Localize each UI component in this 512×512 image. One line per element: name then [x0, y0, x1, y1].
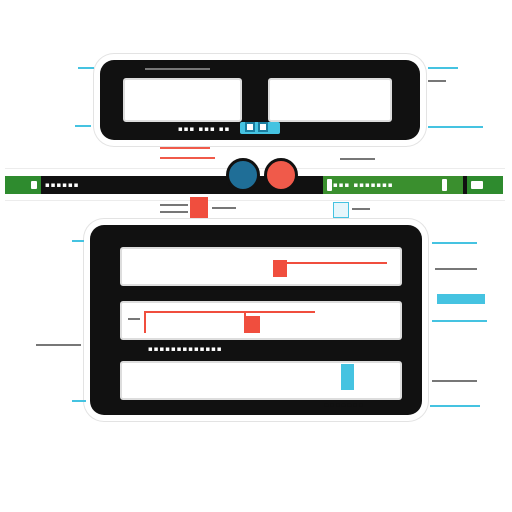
square-icon[interactable] [333, 202, 349, 218]
bottom-panel-caption: ▪▪▪▪▪▪▪▪▪▪▪▪▪ [148, 345, 223, 353]
tick-mark [145, 68, 210, 70]
rounded-square-icon [471, 181, 483, 189]
tick-mark [72, 400, 86, 402]
bottom-panel-note: ▪▪▪▪▪▪▪ [324, 401, 365, 409]
row-2-stem [144, 311, 146, 333]
rounded-square-icon [31, 181, 37, 189]
tick-mark [36, 344, 81, 346]
blue-node[interactable] [226, 158, 260, 192]
tick-mark [212, 207, 236, 209]
red-node[interactable] [264, 158, 298, 192]
tick-mark [428, 126, 483, 128]
top-right-slot[interactable] [268, 78, 392, 122]
tick-mark [432, 242, 477, 244]
tick-mark [78, 67, 94, 69]
left-end-cap[interactable] [5, 176, 41, 194]
track-label-left: ▪▪▪▪▪▪ [45, 181, 80, 189]
track-knob-left[interactable] [327, 179, 332, 191]
tick-mark [435, 268, 477, 270]
square-icon [258, 122, 268, 132]
tick-mark [428, 80, 446, 82]
row-slot-3[interactable] [120, 361, 402, 400]
track-knob-right[interactable] [442, 179, 447, 191]
row-2-marker[interactable] [246, 316, 260, 333]
top-panel: ▪▪▪ ▪▪▪ ▪▪ [100, 60, 420, 140]
tick-mark [128, 318, 140, 320]
tick-mark [160, 157, 215, 159]
track-label-right: ▪▪▪ ▪▪▪▪▪▪▪ [333, 181, 394, 189]
guide-line [5, 200, 505, 201]
tick-mark [160, 204, 188, 206]
right-end-cap[interactable] [467, 176, 503, 194]
row-slot-1[interactable] [120, 247, 402, 286]
tick-mark [160, 147, 210, 149]
row-slot-2[interactable] [120, 301, 402, 340]
red-marker[interactable] [190, 197, 208, 220]
square-icon [245, 122, 255, 132]
tick-mark [75, 125, 91, 127]
tick-mark [432, 320, 487, 322]
tick-mark [430, 405, 480, 407]
tick-mark [352, 208, 370, 210]
row-1-line [287, 262, 387, 264]
tick-mark [160, 211, 188, 213]
row-1-marker[interactable] [273, 260, 287, 277]
side-chip[interactable] [437, 294, 485, 304]
tick-mark [72, 240, 84, 242]
top-left-slot[interactable] [123, 78, 242, 122]
top-panel-caption: ▪▪▪ ▪▪▪ ▪▪ [178, 125, 231, 133]
row-3-marker[interactable] [341, 364, 354, 390]
top-panel-chip[interactable] [240, 122, 280, 134]
row-2-line [145, 311, 315, 313]
tick-mark [432, 380, 477, 382]
tick-mark [428, 67, 458, 69]
tick-mark [340, 158, 375, 160]
